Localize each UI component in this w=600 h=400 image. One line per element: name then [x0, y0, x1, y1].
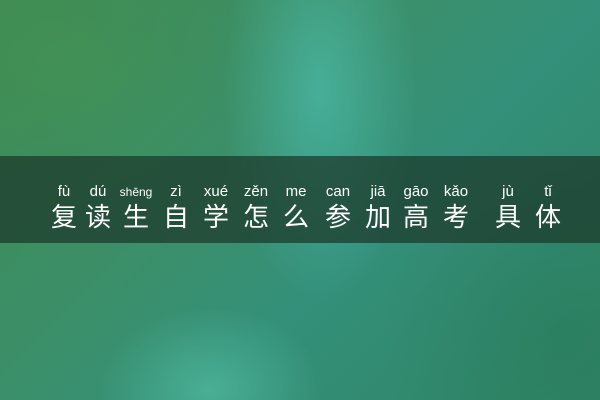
title-char-hanzi: 加 [364, 203, 391, 233]
title-char-hanzi: 具 [494, 203, 521, 233]
title-char: kǎo 考 [436, 183, 476, 243]
title-char-hanzi: 学 [202, 203, 229, 233]
title-char-hanzi: 参 [324, 203, 351, 233]
title-char-hanzi: 读 [84, 203, 111, 233]
title-char-hanzi: 生 [122, 203, 149, 233]
title-char-pinyin: tǐ [544, 183, 552, 200]
title-char-hanzi: 怎 [242, 203, 269, 233]
page-title: fù 复 dú 读 shēng 生 zì 自 xué 学 zěn 怎 me 么 … [0, 183, 600, 243]
cover-image: { "title": { "characters": [ {"pinyin": … [0, 0, 600, 400]
title-char-hanzi: 自 [162, 203, 189, 233]
title-char-pinyin: kǎo [443, 183, 469, 200]
title-char-hanzi: 考 [442, 203, 469, 233]
title-char-hanzi: 体 [534, 203, 561, 233]
title-char-hanzi: 么 [282, 203, 309, 233]
title-char: tǐ 体 [528, 183, 568, 243]
title-char-hanzi: 高 [402, 203, 429, 233]
